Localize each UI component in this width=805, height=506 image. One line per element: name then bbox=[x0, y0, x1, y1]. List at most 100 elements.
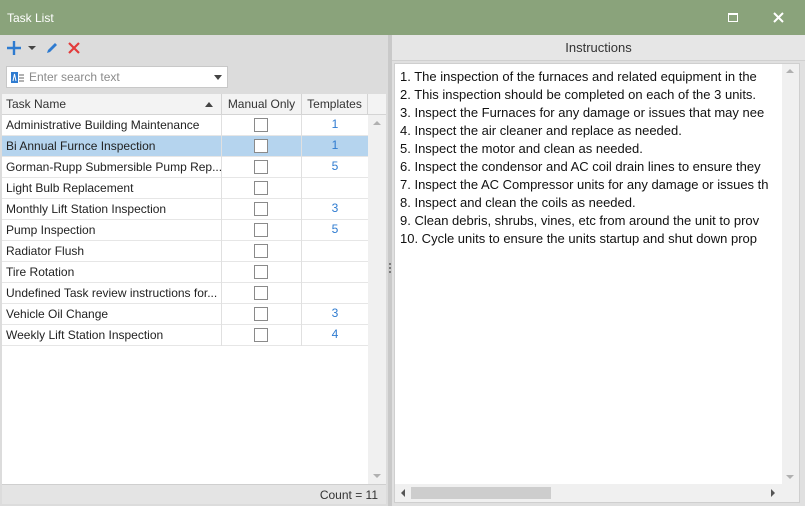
add-task-button[interactable] bbox=[5, 38, 23, 58]
task-name-cell: Bi Annual Furnce Inspection bbox=[2, 136, 222, 157]
templates-count-link[interactable]: 3 bbox=[302, 199, 368, 220]
table-row[interactable]: Radiator Flush bbox=[2, 241, 368, 262]
instruction-line: 5. Inspect the motor and clean as needed… bbox=[400, 141, 643, 156]
table-row[interactable]: Tire Rotation bbox=[2, 262, 368, 283]
templates-count-link[interactable]: 1 bbox=[302, 136, 368, 157]
splitter-grip-icon bbox=[389, 263, 391, 273]
toolbar bbox=[0, 35, 388, 61]
add-dropdown-button[interactable] bbox=[27, 38, 37, 58]
templates-count-link[interactable] bbox=[302, 262, 368, 283]
instruction-line: 10. Cycle units to ensure the units star… bbox=[400, 231, 757, 246]
search-row bbox=[0, 61, 388, 94]
instruction-line: 4. Inspect the air cleaner and replace a… bbox=[400, 123, 682, 138]
instructions-vertical-scrollbar[interactable] bbox=[782, 64, 799, 484]
manual-only-cell bbox=[222, 304, 302, 325]
close-icon bbox=[772, 12, 784, 23]
search-box[interactable] bbox=[6, 66, 228, 88]
instruction-line: 2. This inspection should be completed o… bbox=[400, 87, 757, 102]
manual-only-checkbox[interactable] bbox=[254, 265, 268, 279]
table-row[interactable]: Light Bulb Replacement bbox=[2, 178, 368, 199]
chevron-down-icon bbox=[28, 46, 36, 50]
manual-only-checkbox[interactable] bbox=[254, 244, 268, 258]
instruction-line: 6. Inspect the condensor and AC coil dra… bbox=[400, 159, 761, 174]
column-header-templates[interactable]: Templates bbox=[302, 94, 368, 115]
instructions-header: Instructions bbox=[392, 35, 805, 61]
table-row[interactable]: Undefined Task review instructions for..… bbox=[2, 283, 368, 304]
templates-count-link[interactable] bbox=[302, 178, 368, 199]
scroll-left-icon[interactable] bbox=[401, 489, 405, 497]
templates-count-link[interactable]: 5 bbox=[302, 220, 368, 241]
instruction-line: 7. Inspect the AC Compressor units for a… bbox=[400, 177, 769, 192]
manual-only-checkbox[interactable] bbox=[254, 223, 268, 237]
scroll-thumb[interactable] bbox=[411, 487, 551, 499]
table-row[interactable]: Monthly Lift Station Inspection 3 bbox=[2, 199, 368, 220]
manual-only-checkbox[interactable] bbox=[254, 181, 268, 195]
instructions-text-area[interactable]: 1. The inspection of the furnaces and re… bbox=[394, 63, 800, 503]
grid-rows: Administrative Building Maintenance 1 Bi… bbox=[2, 115, 368, 346]
table-row[interactable]: Gorman-Rupp Submersible Pump Rep... 5 bbox=[2, 157, 368, 178]
scroll-down-icon[interactable] bbox=[786, 475, 794, 479]
grid-vertical-scrollbar[interactable] bbox=[368, 115, 386, 484]
instructions-text: 1. The inspection of the furnaces and re… bbox=[400, 68, 778, 248]
instruction-line: 3. Inspect the Furnaces for any damage o… bbox=[400, 105, 765, 120]
manual-only-cell bbox=[222, 136, 302, 157]
plus-icon bbox=[7, 41, 21, 55]
manual-only-checkbox[interactable] bbox=[254, 160, 268, 174]
manual-only-cell bbox=[222, 283, 302, 304]
task-grid: Task Name Manual Only Templates Administ… bbox=[2, 94, 386, 484]
templates-count-link[interactable]: 5 bbox=[302, 157, 368, 178]
scroll-right-icon[interactable] bbox=[771, 489, 775, 497]
column-header-manual-only[interactable]: Manual Only bbox=[222, 94, 302, 115]
manual-only-cell bbox=[222, 325, 302, 346]
task-name-cell: Administrative Building Maintenance bbox=[2, 115, 222, 136]
maximize-icon bbox=[728, 13, 738, 22]
task-name-cell: Undefined Task review instructions for..… bbox=[2, 283, 222, 304]
column-header-task-name[interactable]: Task Name bbox=[2, 94, 222, 115]
manual-only-checkbox[interactable] bbox=[254, 307, 268, 321]
instructions-horizontal-scrollbar[interactable] bbox=[395, 484, 799, 502]
manual-only-checkbox[interactable] bbox=[254, 286, 268, 300]
templates-count-link[interactable] bbox=[302, 283, 368, 304]
scroll-up-icon[interactable] bbox=[373, 121, 381, 125]
maximize-button[interactable] bbox=[713, 0, 753, 35]
manual-only-cell bbox=[222, 199, 302, 220]
window-title: Task List bbox=[7, 11, 54, 25]
table-row[interactable]: Administrative Building Maintenance 1 bbox=[2, 115, 368, 136]
search-dropdown-icon[interactable] bbox=[214, 75, 222, 80]
table-row-selected[interactable]: Bi Annual Furnce Inspection 1 bbox=[2, 136, 368, 157]
manual-only-checkbox[interactable] bbox=[254, 139, 268, 153]
table-row[interactable]: Pump Inspection 5 bbox=[2, 220, 368, 241]
scroll-down-icon[interactable] bbox=[373, 474, 381, 478]
instruction-line: 9. Clean debris, shrubs, vines, etc from… bbox=[400, 213, 760, 228]
grid-header: Task Name Manual Only Templates bbox=[2, 94, 386, 115]
manual-only-checkbox[interactable] bbox=[254, 328, 268, 342]
task-name-cell: Gorman-Rupp Submersible Pump Rep... bbox=[2, 157, 222, 178]
table-row[interactable]: Vehicle Oil Change 3 bbox=[2, 304, 368, 325]
search-input[interactable] bbox=[29, 68, 209, 86]
close-button[interactable] bbox=[758, 0, 798, 35]
grid-footer: Count = 11 bbox=[2, 484, 386, 504]
manual-only-checkbox[interactable] bbox=[254, 202, 268, 216]
scroll-up-icon[interactable] bbox=[786, 69, 794, 73]
templates-count-link[interactable] bbox=[302, 241, 368, 262]
delete-task-button[interactable] bbox=[66, 38, 82, 58]
templates-count-link[interactable]: 3 bbox=[302, 304, 368, 325]
templates-count-link[interactable]: 4 bbox=[302, 325, 368, 346]
task-list-pane: Task Name Manual Only Templates Administ… bbox=[0, 35, 388, 506]
manual-only-cell bbox=[222, 220, 302, 241]
manual-only-cell bbox=[222, 157, 302, 178]
x-icon bbox=[68, 42, 80, 54]
templates-count-link[interactable]: 1 bbox=[302, 115, 368, 136]
instruction-line: 8. Inspect and clean the coils as needed… bbox=[400, 195, 636, 210]
task-name-cell: Monthly Lift Station Inspection bbox=[2, 199, 222, 220]
pencil-icon bbox=[47, 43, 57, 53]
manual-only-cell bbox=[222, 178, 302, 199]
edit-task-button[interactable] bbox=[44, 38, 60, 58]
manual-only-checkbox[interactable] bbox=[254, 118, 268, 132]
text-search-icon bbox=[11, 72, 24, 83]
task-name-cell: Radiator Flush bbox=[2, 241, 222, 262]
instruction-line: 1. The inspection of the furnaces and re… bbox=[400, 69, 757, 84]
table-row[interactable]: Weekly Lift Station Inspection 4 bbox=[2, 325, 368, 346]
task-name-cell: Light Bulb Replacement bbox=[2, 178, 222, 199]
window-titlebar: Task List bbox=[0, 0, 805, 35]
